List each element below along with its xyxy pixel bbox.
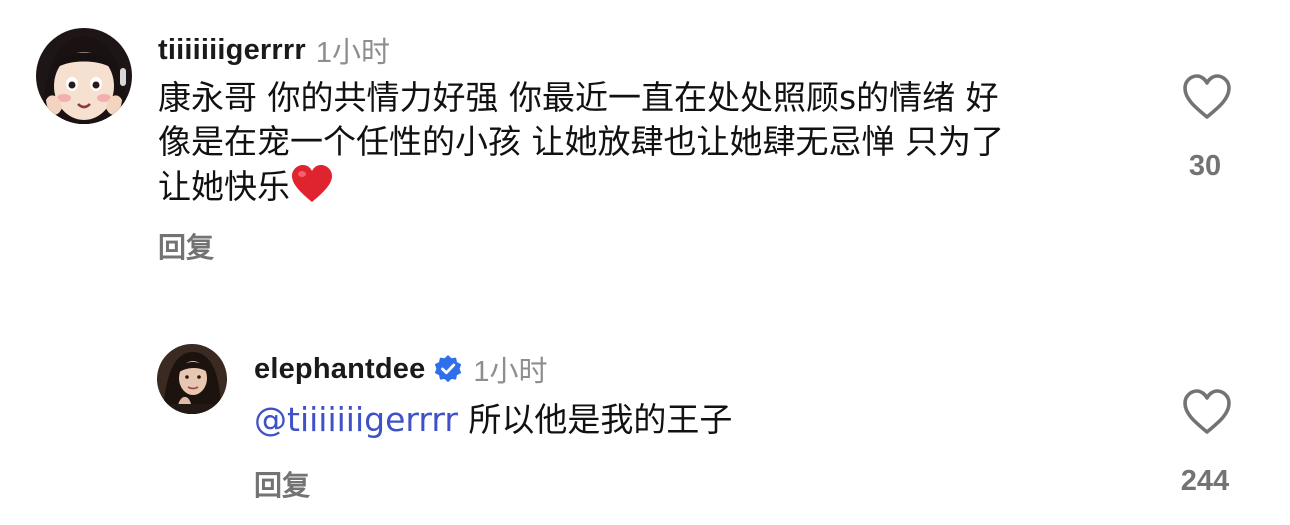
reply-button[interactable]: 回复 <box>158 226 214 266</box>
like-count: 30 <box>1188 150 1222 182</box>
red-heart-icon <box>292 165 332 202</box>
comment-1: tiiiiiiigerrrr 1小时 康永哥 你的共情力好强 你最近一直在处处照… <box>0 0 1290 300</box>
mention-link[interactable]: @tiiiiiiigerrrr <box>254 400 458 439</box>
heart-like-icon[interactable] <box>1181 73 1233 121</box>
comment-text-line: 康永哥 你的共情力好强 你最近一直在处处照顾s的情绪 好 <box>158 78 999 117</box>
comment-2: elephantdee 1小时 @tiiiiiiigerrrr 所以他是我的王子… <box>0 330 1290 525</box>
comment-text-line: 让她快乐 <box>158 164 1138 209</box>
timestamp: 1小时 <box>473 356 548 388</box>
avatar[interactable] <box>157 344 227 414</box>
comment-text-content: 所以他是我的王子 <box>457 400 733 439</box>
comment-meta: tiiiiiiigerrrr 1小时 <box>158 30 390 70</box>
like-count: 244 <box>1180 465 1230 497</box>
comment-text: 康永哥 你的共情力好强 你最近一直在处处照顾s的情绪 好 像是在宠一个任性的小孩… <box>158 76 1138 209</box>
comment-text-line: 像是在宠一个任性的小孩 让她放肆也让她肆无忌惮 只为了 <box>158 122 1004 161</box>
reply-button[interactable]: 回复 <box>254 464 310 504</box>
comment-text: @tiiiiiiigerrrr 所以他是我的王子 <box>254 398 1134 442</box>
heart-like-icon[interactable] <box>1181 388 1233 436</box>
verified-badge-icon <box>435 355 462 383</box>
username[interactable]: elephantdee <box>254 353 425 386</box>
woman-photo-avatar-icon <box>157 344 227 414</box>
avatar[interactable] <box>36 28 132 124</box>
username[interactable]: tiiiiiiigerrrr <box>158 34 306 67</box>
comment-meta: elephantdee 1小时 <box>254 349 548 389</box>
timestamp: 1小时 <box>315 37 390 69</box>
cartoon-girl-avatar-icon <box>36 28 132 124</box>
